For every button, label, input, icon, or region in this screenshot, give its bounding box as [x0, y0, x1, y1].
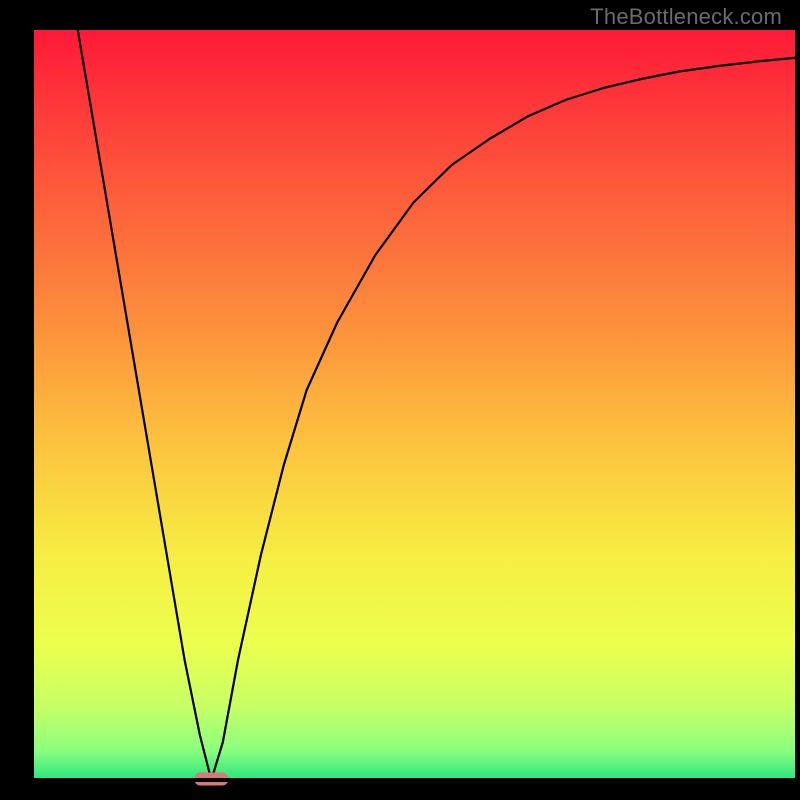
watermark-text: TheBottleneck.com	[590, 4, 782, 30]
chart-container: { "watermark": "TheBottleneck.com", "cha…	[0, 0, 800, 800]
plot-background	[32, 30, 795, 780]
bottleneck-chart	[0, 0, 800, 800]
